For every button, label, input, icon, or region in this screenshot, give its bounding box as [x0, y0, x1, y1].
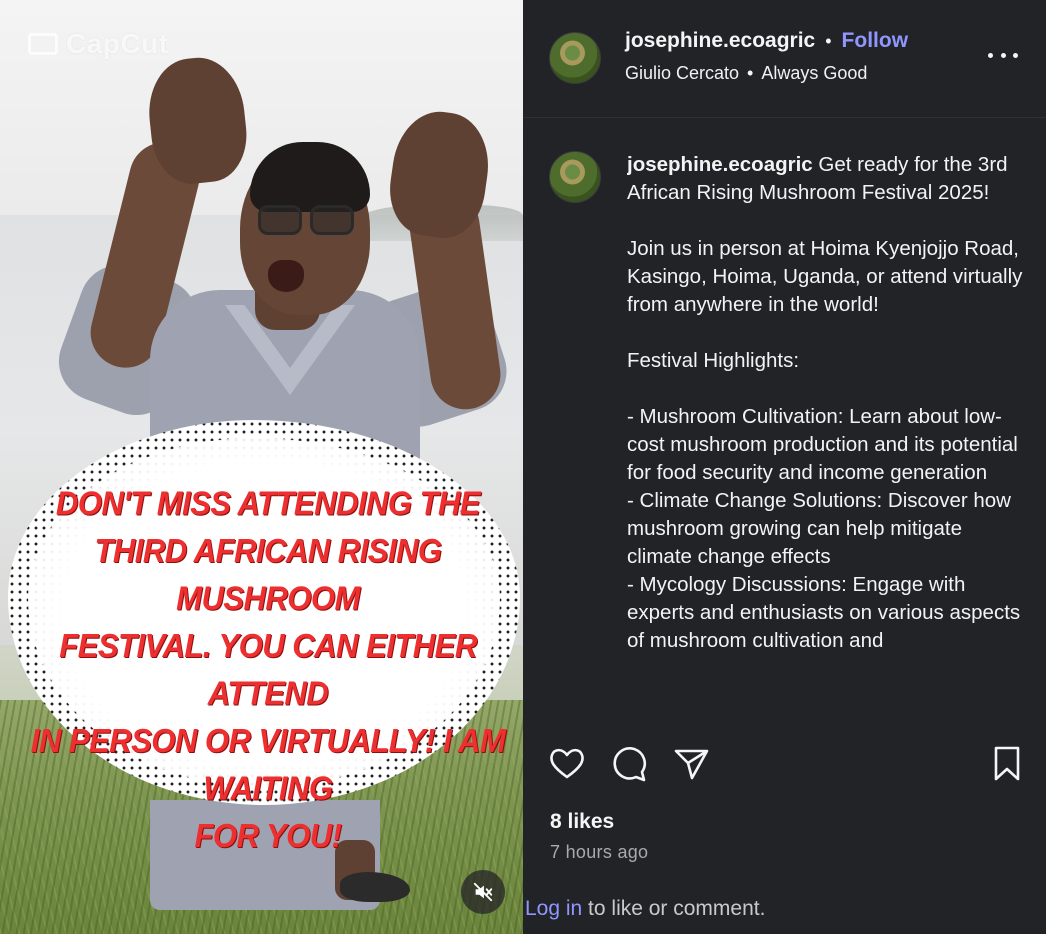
mute-button[interactable]: [461, 870, 505, 914]
reel-video[interactable]: CapCut Don't miss attending the third Af…: [0, 0, 523, 934]
page-bottom-edge: [0, 934, 1046, 942]
post-panel: josephine.ecoagric • Follow Giulio Cerca…: [523, 0, 1046, 934]
audio-artist[interactable]: Giulio Cercato: [625, 63, 739, 84]
login-prompt: Log in to like or comment.: [525, 897, 765, 921]
login-suffix: to like or comment.: [582, 897, 766, 920]
shoe: [340, 872, 410, 902]
bubble-line: for you!: [194, 816, 343, 855]
author-avatar[interactable]: [549, 32, 601, 84]
bubble-line: Don't miss attending the: [55, 484, 481, 523]
speaker-muted-icon: [473, 882, 493, 902]
hair: [250, 142, 370, 212]
action-bar: [547, 744, 1027, 784]
header-divider: [523, 117, 1046, 118]
mouth: [268, 260, 304, 292]
heart-icon[interactable]: [547, 744, 587, 784]
dot-icon: [988, 52, 993, 58]
separator-dot: •: [747, 63, 754, 83]
bubble-line: waiting: [203, 769, 333, 808]
comment-icon[interactable]: [609, 744, 649, 784]
audio-title[interactable]: Always Good: [761, 63, 867, 84]
dot-icon: [1000, 52, 1006, 58]
likes-count[interactable]: 8 likes: [550, 810, 614, 834]
post-timestamp[interactable]: 7 hours ago: [550, 842, 648, 863]
post-header: josephine.ecoagric • Follow: [625, 29, 908, 53]
follow-button[interactable]: Follow: [842, 29, 909, 53]
caption-avatar[interactable]: [549, 151, 601, 203]
caption-scroll-area[interactable]: josephine.ecoagric Get ready for the 3rd…: [627, 151, 1027, 721]
login-link[interactable]: Log in: [525, 897, 582, 920]
separator-dot: •: [825, 30, 832, 51]
more-options-button[interactable]: [988, 40, 1018, 70]
glasses: [258, 205, 358, 239]
post-caption: josephine.ecoagric Get ready for the 3rd…: [627, 151, 1027, 655]
bookmark-icon[interactable]: [987, 744, 1027, 784]
bubble-line: third African Rising mushroom: [94, 531, 442, 618]
dot-icon: [1013, 52, 1018, 58]
bubble-line: festival. You can either attend: [59, 626, 477, 713]
share-icon[interactable]: [671, 744, 711, 784]
caption-username[interactable]: josephine.ecoagric: [627, 153, 813, 176]
caption-text: Get ready for the 3rd African Rising Mus…: [627, 153, 1023, 652]
speech-bubble: Don't miss attending the third African R…: [8, 420, 520, 855]
bubble-line: in person or virtually! I am: [30, 721, 506, 760]
author-username[interactable]: josephine.ecoagric: [625, 29, 815, 53]
speech-bubble-text: Don't miss attending the third African R…: [8, 480, 523, 860]
audio-info: Giulio Cercato • Always Good: [625, 63, 867, 84]
